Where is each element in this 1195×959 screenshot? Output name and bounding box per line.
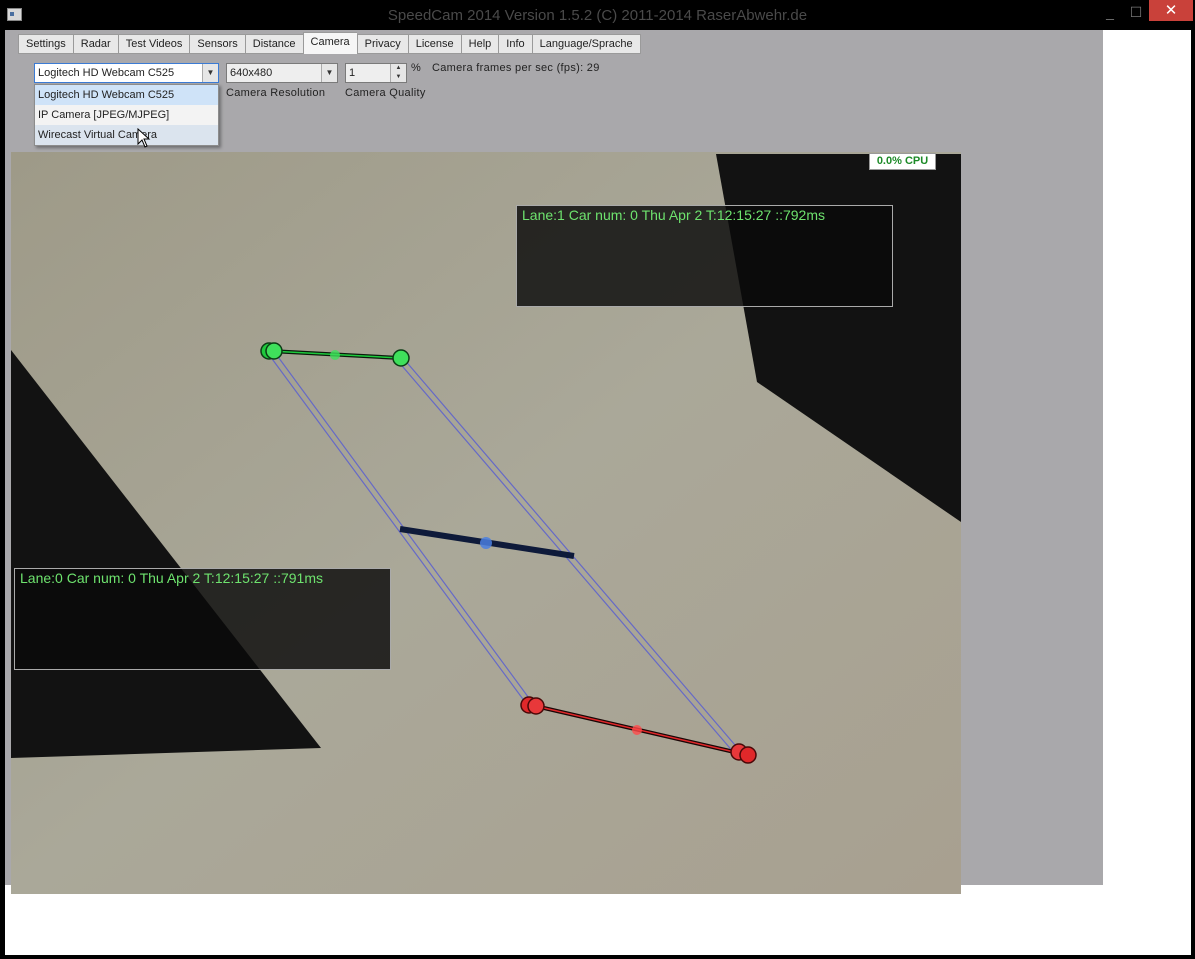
main-panel: Settings Radar Test Videos Sensors Dista… bbox=[5, 30, 1103, 894]
close-button[interactable]: ✕ bbox=[1149, 0, 1193, 21]
camera-quality-stepper[interactable]: 1 ▲ ▼ bbox=[345, 63, 407, 83]
lane-0-info-text: Lane:0 Car num: 0 Thu Apr 2 T:12:15:27 :… bbox=[20, 570, 324, 586]
camera-resolution-label: Camera Resolution bbox=[226, 87, 326, 99]
quality-unit-label: % bbox=[411, 62, 422, 74]
tab-strip: Settings Radar Test Videos Sensors Dista… bbox=[18, 32, 641, 54]
camera-tab-body: 0.0% CPU Lane:1 Car num: 0 Thu Apr 2 T:1… bbox=[11, 53, 1103, 894]
minimize-button[interactable]: _ bbox=[1098, 0, 1122, 24]
chevron-down-icon[interactable]: ▼ bbox=[321, 64, 337, 82]
client-area: Settings Radar Test Videos Sensors Dista… bbox=[5, 30, 1191, 955]
chevron-down-icon[interactable]: ▼ bbox=[202, 64, 218, 82]
tab-help[interactable]: Help bbox=[460, 34, 499, 54]
tab-settings[interactable]: Settings bbox=[18, 34, 73, 54]
app-window: SpeedCam 2014 Version 1.5.2 (C) 2011-201… bbox=[0, 0, 1195, 959]
camera-device-select[interactable]: Logitech HD Webcam C525 ▼ bbox=[34, 63, 219, 83]
lane-1-info-text: Lane:1 Car num: 0 Thu Apr 2 T:12:15:27 :… bbox=[522, 207, 826, 223]
tab-sensors[interactable]: Sensors bbox=[189, 34, 245, 54]
camera-device-value: Logitech HD Webcam C525 bbox=[38, 67, 175, 79]
tab-info[interactable]: Info bbox=[498, 34, 532, 54]
spin-down-icon[interactable]: ▼ bbox=[391, 73, 406, 82]
camera-video-feed[interactable]: 0.0% CPU Lane:1 Car num: 0 Thu Apr 2 T:1… bbox=[11, 152, 961, 894]
dropdown-option-wirecast[interactable]: Wirecast Virtual Camera bbox=[35, 125, 218, 145]
lane-0-info-box: Lane:0 Car num: 0 Thu Apr 2 T:12:15:27 :… bbox=[14, 568, 391, 670]
tab-distance[interactable]: Distance bbox=[244, 34, 303, 54]
tab-radar[interactable]: Radar bbox=[72, 34, 118, 54]
tab-privacy[interactable]: Privacy bbox=[356, 34, 408, 54]
mouse-cursor-icon bbox=[137, 128, 151, 148]
camera-quality-label: Camera Quality bbox=[345, 87, 426, 99]
dropdown-option-ip-camera[interactable]: IP Camera [JPEG/MJPEG] bbox=[35, 105, 218, 125]
lane-1-info-box: Lane:1 Car num: 0 Thu Apr 2 T:12:15:27 :… bbox=[516, 205, 893, 307]
spin-up-icon[interactable]: ▲ bbox=[391, 64, 406, 73]
camera-quality-value: 1 bbox=[349, 67, 356, 79]
window-title: SpeedCam 2014 Version 1.5.2 (C) 2011-201… bbox=[387, 7, 808, 24]
title-bar[interactable]: SpeedCam 2014 Version 1.5.2 (C) 2011-201… bbox=[0, 0, 1195, 30]
quality-spin-buttons[interactable]: ▲ ▼ bbox=[390, 64, 406, 82]
camera-resolution-value: 640x480 bbox=[230, 67, 273, 79]
cpu-usage-badge: 0.0% CPU bbox=[869, 153, 936, 170]
camera-device-dropdown: Logitech HD Webcam C525 IP Camera [JPEG/… bbox=[34, 84, 219, 146]
maximize-button[interactable]: ☐ bbox=[1124, 0, 1148, 24]
camera-fps-label: Camera frames per sec (fps): 29 bbox=[432, 62, 600, 74]
camera-resolution-select[interactable]: 640x480 ▼ bbox=[226, 63, 338, 83]
tab-language[interactable]: Language/Sprache bbox=[531, 34, 641, 54]
tab-test-videos[interactable]: Test Videos bbox=[117, 34, 190, 54]
tab-license[interactable]: License bbox=[407, 34, 461, 54]
dropdown-option-logitech[interactable]: Logitech HD Webcam C525 bbox=[35, 85, 218, 105]
tab-camera[interactable]: Camera bbox=[302, 32, 357, 54]
